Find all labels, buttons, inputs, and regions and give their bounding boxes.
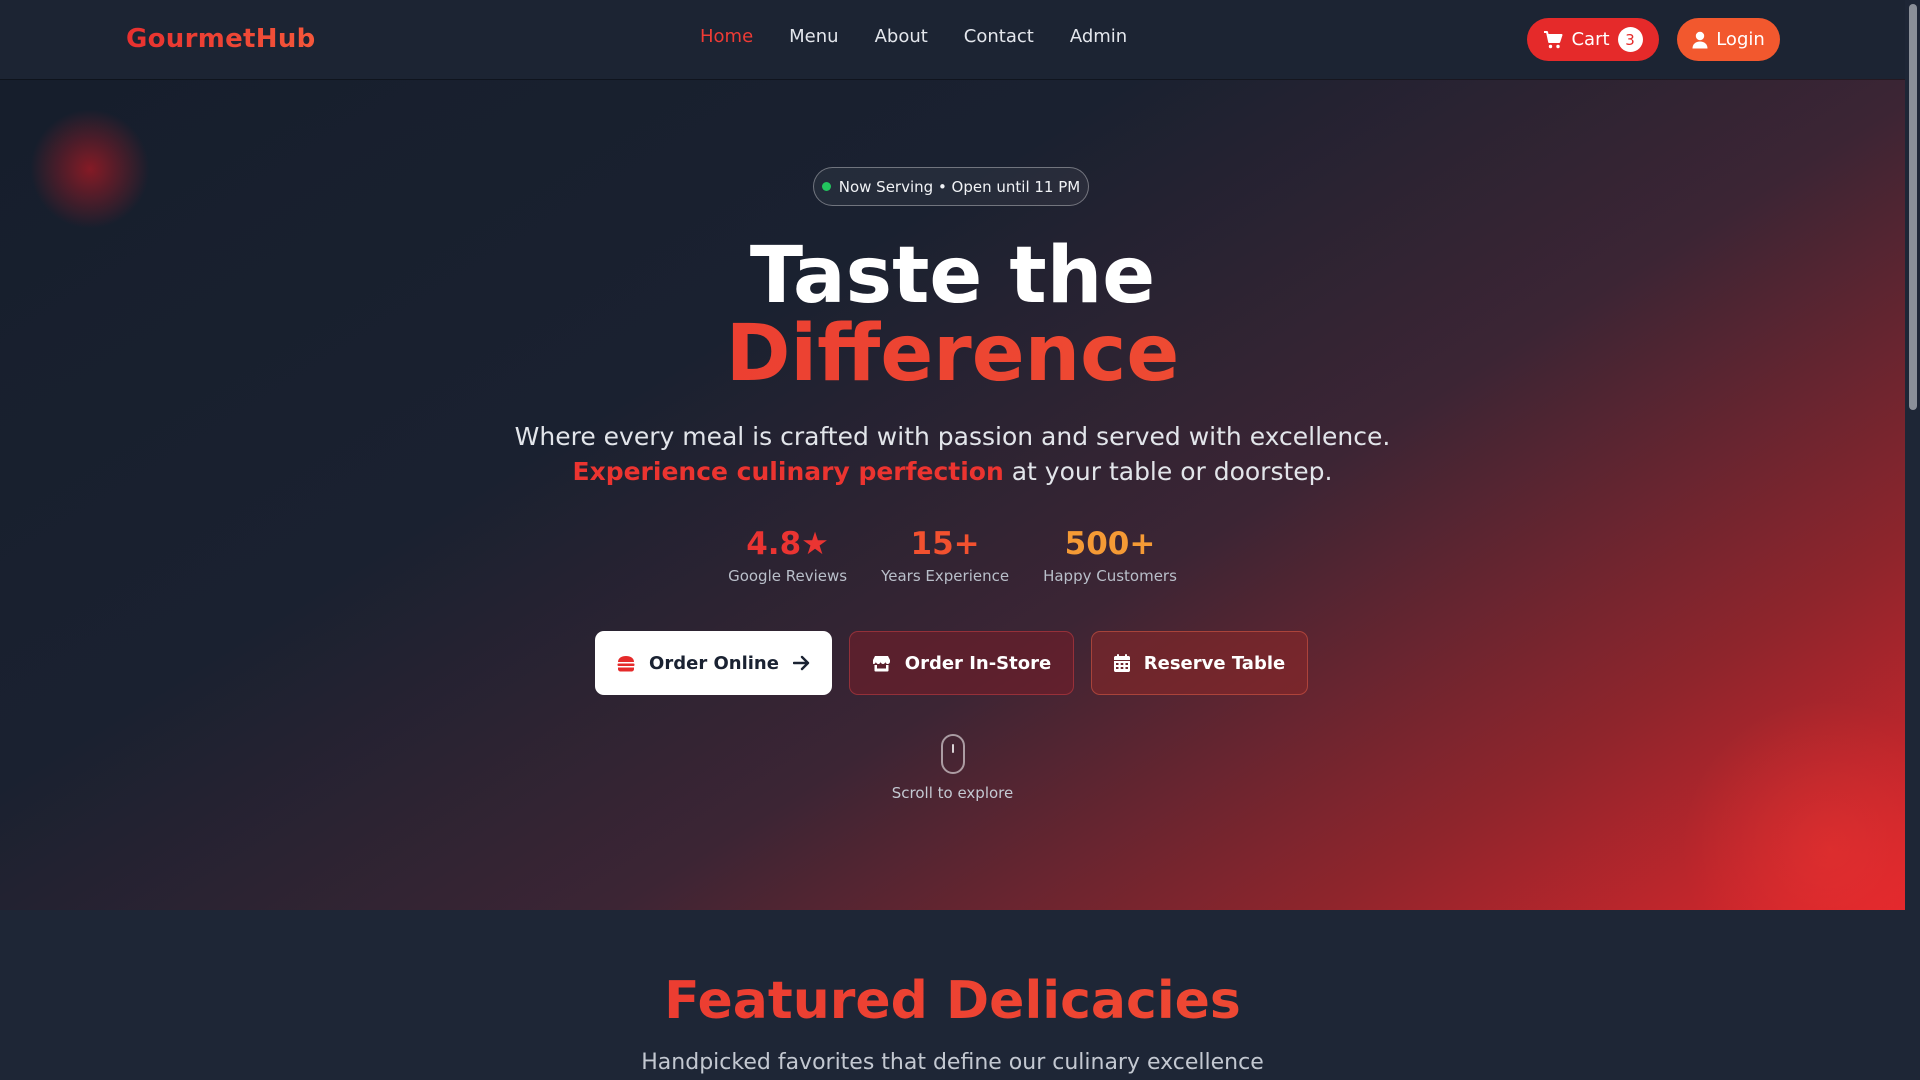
reserve-table-label: Reserve Table — [1143, 652, 1286, 674]
login-button[interactable]: Login — [1677, 18, 1780, 61]
hero-subtitle-line1: Where every meal is crafted with passion… — [514, 422, 1391, 451]
hero-section: Now Serving • Open until 11 PM Taste the… — [0, 79, 1905, 910]
scroll-hint[interactable]: Scroll to explore — [0, 734, 1905, 802]
hero-subtitle-line2: Experience culinary perfection at your t… — [0, 454, 1905, 489]
nav-link-about[interactable]: About — [875, 26, 928, 47]
user-icon — [1692, 31, 1708, 49]
hero-title-line2: Difference — [0, 315, 1905, 393]
reserve-table-button[interactable]: Reserve Table — [1091, 631, 1308, 695]
featured-subtitle: Handpicked favorites that define our cul… — [641, 1050, 1264, 1075]
order-instore-button[interactable]: Order In-Store — [849, 631, 1074, 695]
nav-links: Home Menu About Contact Admin — [700, 26, 1127, 47]
mouse-icon — [940, 734, 965, 774]
stat-happy-customers: 500+ Happy Customers — [1043, 525, 1177, 585]
hero-subtitle-rest: at your table or doorstep. — [1003, 457, 1333, 486]
cart-button[interactable]: Cart 3 — [1527, 18, 1659, 61]
stat-value: 15+ — [910, 526, 980, 562]
stat-label: Years Experience — [881, 567, 1010, 585]
decorative-glow — [30, 109, 150, 229]
cart-label: Cart — [1571, 29, 1610, 50]
stat-google-reviews: 4.8★ Google Reviews — [728, 525, 847, 585]
nav-link-menu[interactable]: Menu — [789, 26, 838, 47]
hero-title-line1: Taste the — [749, 231, 1156, 321]
cart-count-badge: 3 — [1617, 27, 1643, 52]
order-online-button[interactable]: Order Online — [595, 631, 832, 695]
login-label: Login — [1716, 29, 1765, 50]
scroll-hint-label: Scroll to explore — [891, 784, 1014, 802]
stat-value: 4.8★ — [746, 526, 829, 562]
navbar: GourmetHub Home Menu About Contact Admin… — [0, 0, 1905, 79]
stat-years-experience: 15+ Years Experience — [881, 525, 1009, 585]
decorative-glow — [1680, 699, 1905, 910]
status-text: Now Serving • Open until 11 PM — [838, 177, 1081, 196]
hero-actions: Order Online Order In-Store Reserve Tabl… — [595, 631, 1308, 695]
nav-link-admin[interactable]: Admin — [1070, 26, 1127, 47]
store-icon — [872, 655, 891, 672]
logo[interactable]: GourmetHub — [126, 24, 316, 54]
stat-label: Happy Customers — [1043, 567, 1177, 585]
page-scrollbar[interactable] — [1905, 0, 1920, 1080]
scrollbar-thumb[interactable] — [1909, 4, 1917, 410]
arrow-right-icon — [792, 655, 810, 671]
status-dot-icon — [821, 182, 831, 191]
nav-link-home[interactable]: Home — [700, 26, 753, 47]
featured-title: Featured Delicacies — [0, 975, 1905, 1027]
stat-label: Google Reviews — [728, 567, 848, 585]
status-badge: Now Serving • Open until 11 PM — [813, 167, 1089, 206]
nav-link-contact[interactable]: Contact — [964, 26, 1034, 47]
stat-value: 500+ — [1064, 526, 1156, 562]
calendar-icon — [1113, 654, 1130, 672]
order-online-label: Order Online — [649, 652, 779, 674]
shopping-cart-icon — [1543, 30, 1563, 49]
burger-icon — [617, 655, 635, 672]
hero-subtitle-accent: Experience culinary perfection — [572, 457, 1004, 486]
stats-row: 4.8★ Google Reviews 15+ Years Experience… — [0, 525, 1905, 585]
order-instore-label: Order In-Store — [904, 652, 1052, 674]
